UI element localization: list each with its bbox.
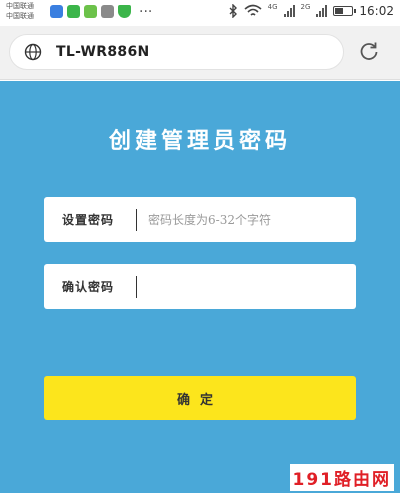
wifi-icon (244, 4, 262, 16)
more-notifications-icon: ··· (139, 3, 153, 20)
url-text[interactable]: TL-WR886N (56, 44, 150, 60)
confirm-password-label: 确认密码 (62, 280, 115, 294)
router-setup-page: 创建管理员密码 设置密码 确认密码 确定 191路由网 (0, 81, 400, 493)
field-divider (136, 209, 137, 231)
confirm-button[interactable]: 确定 (44, 376, 356, 420)
page-title: 创建管理员密码 (108, 128, 291, 154)
network-4g-label: 4G (267, 3, 278, 11)
set-password-input[interactable] (148, 205, 348, 235)
bluetooth-icon (229, 4, 237, 18)
network-2g-label: 2G (300, 3, 311, 11)
url-bar[interactable]: TL-WR886N (9, 34, 344, 70)
battery-fill (335, 8, 344, 14)
signal-strength-2-icon (316, 5, 328, 17)
confirm-password-input[interactable] (148, 272, 348, 302)
watermark: 191路由网 (289, 464, 394, 491)
field-divider-cursor (136, 276, 137, 298)
shield-icon (118, 5, 131, 18)
set-password-field[interactable]: 设置密码 (44, 197, 356, 242)
message-app-icon (50, 5, 63, 18)
image-app-icon (101, 5, 114, 18)
battery-icon (333, 6, 357, 16)
notification-icons: ··· (50, 3, 153, 20)
reload-icon[interactable] (358, 40, 380, 62)
globe-icon (24, 43, 42, 61)
confirm-password-field[interactable]: 确认密码 (44, 264, 356, 309)
status-right: 4G 2G 16:02 (228, 3, 394, 18)
carrier-label-2: 中国联通 (6, 12, 34, 20)
browser-address-area: TL-WR886N (0, 26, 400, 80)
status-bar: 中国联通 中国联通 ··· 4G 2G 16:02 (0, 0, 400, 26)
set-password-label: 设置密码 (62, 213, 115, 227)
clock: 16:02 (359, 4, 394, 18)
signal-strength-icon (283, 5, 295, 17)
wechat-icon (67, 5, 80, 18)
chat-app-icon (84, 5, 97, 18)
carrier-label-1: 中国联通 (6, 2, 34, 10)
